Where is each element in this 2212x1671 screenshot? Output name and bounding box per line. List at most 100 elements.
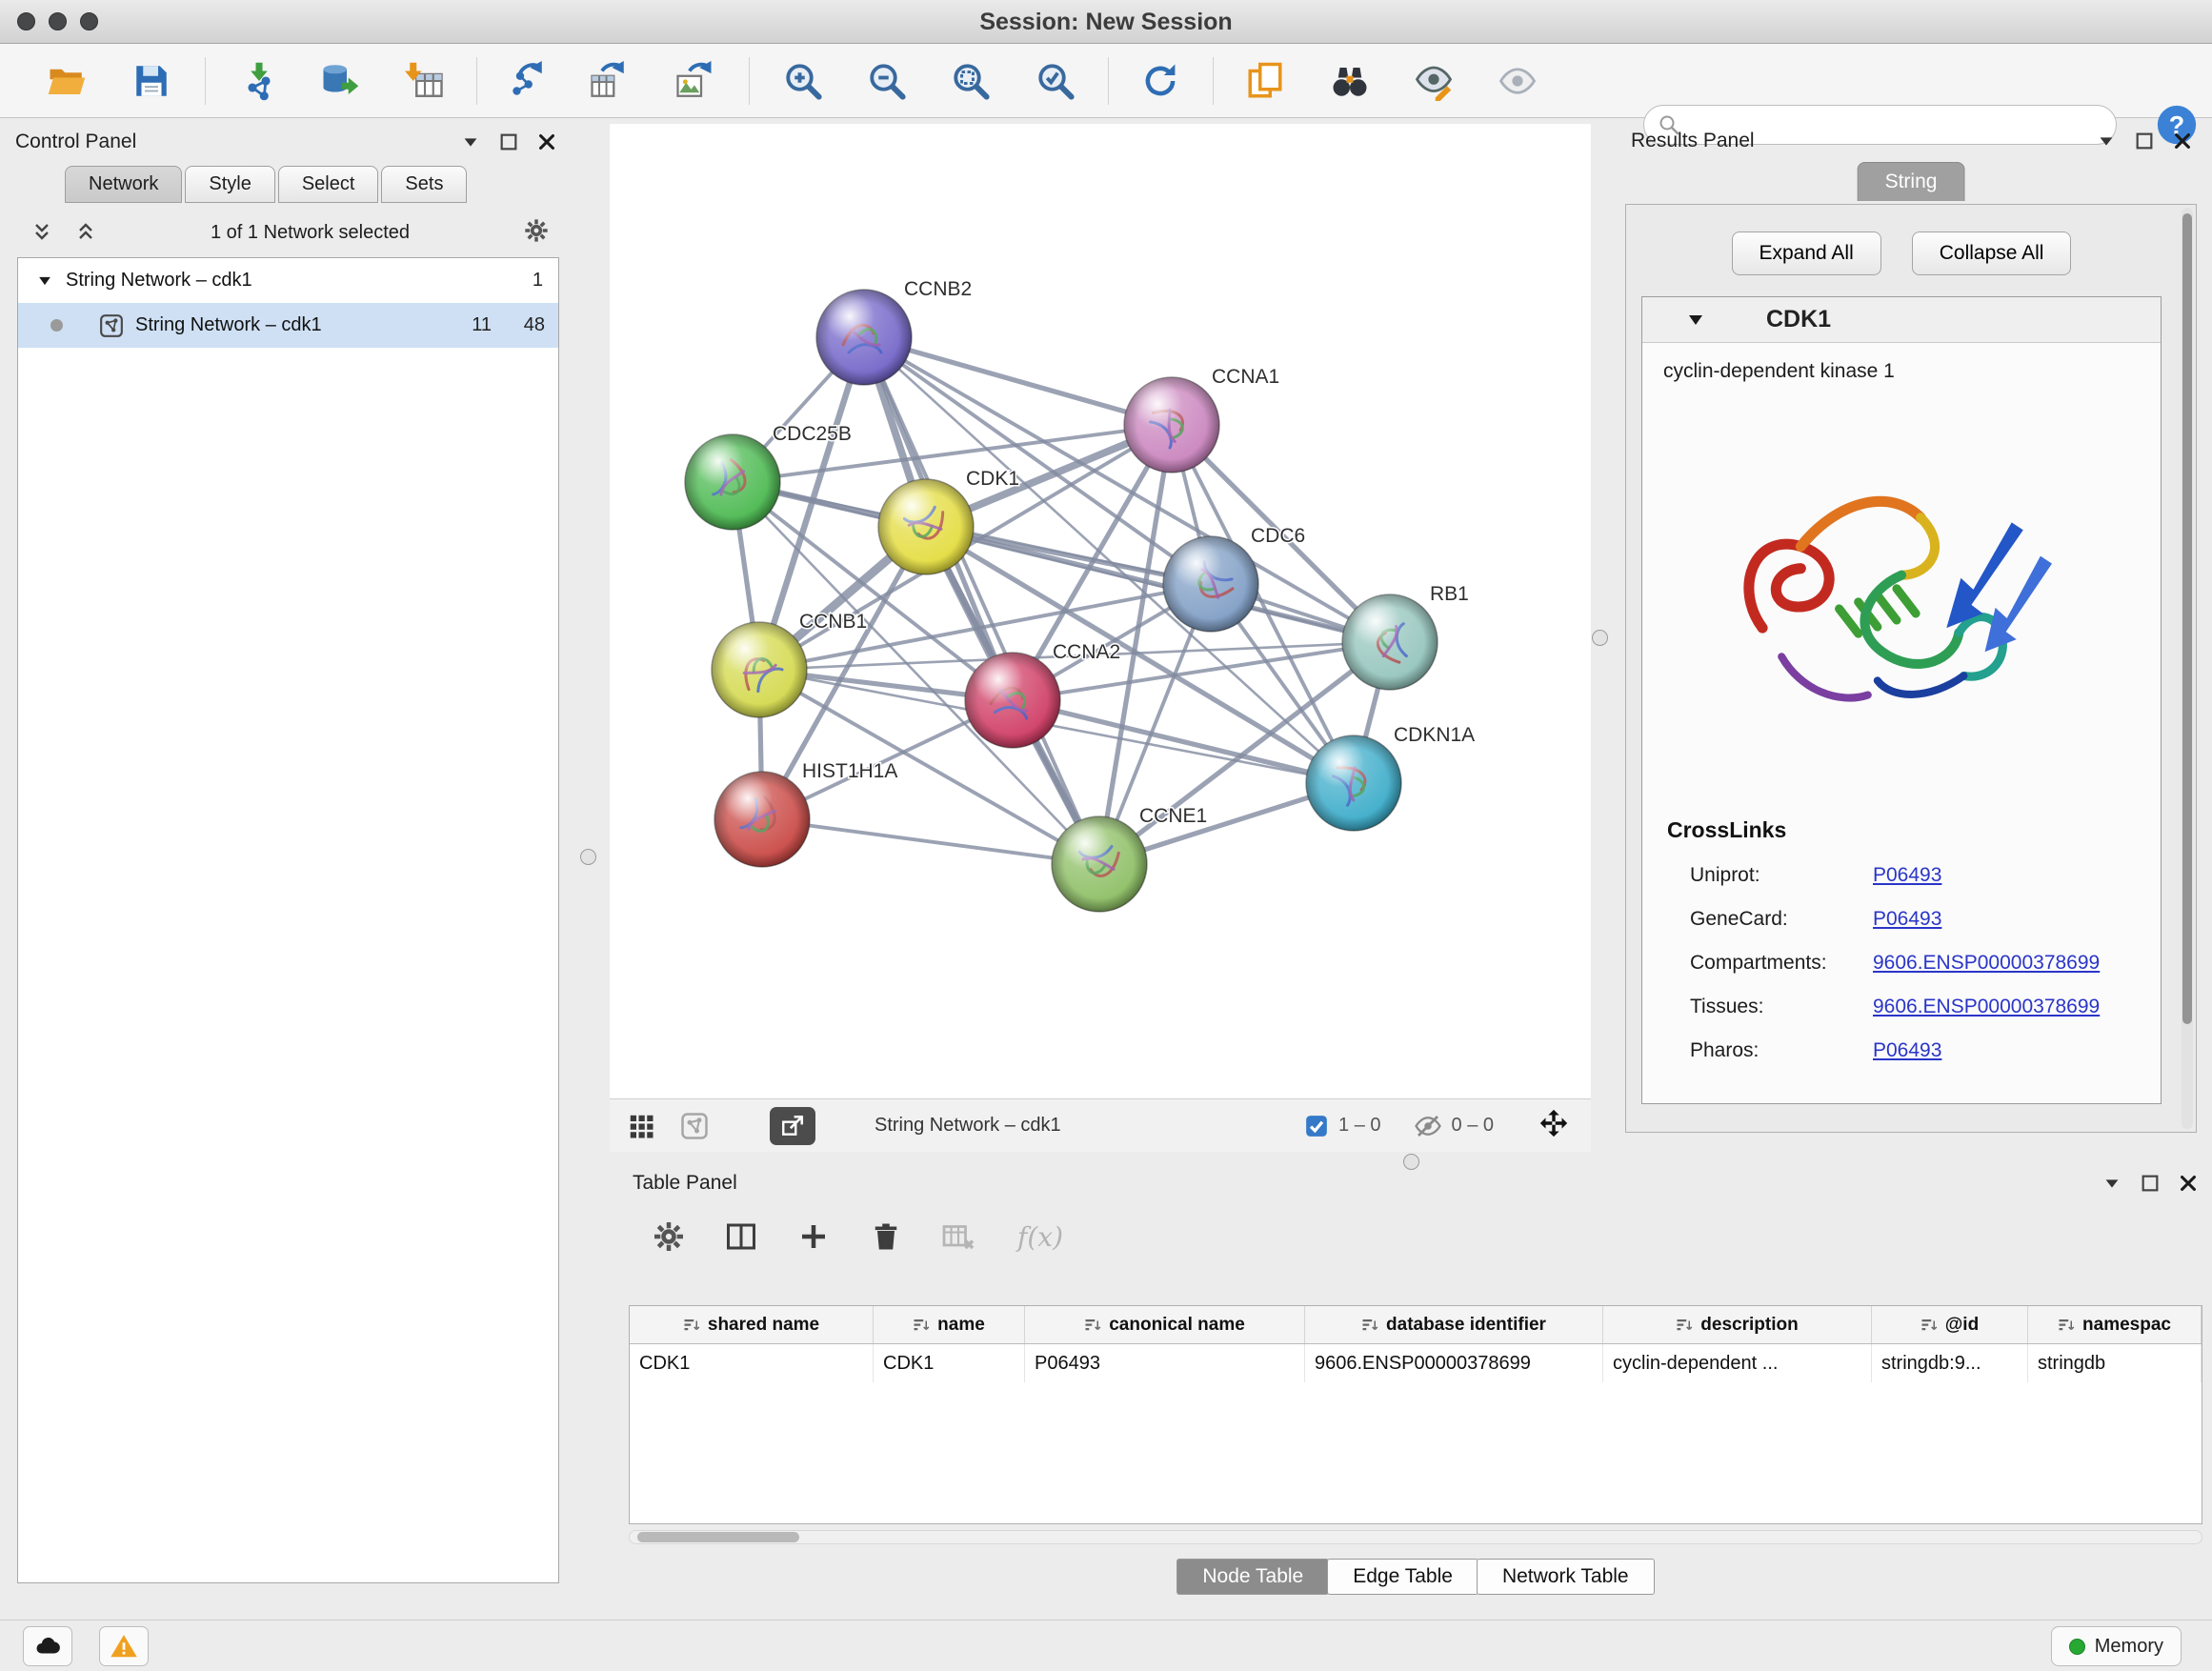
function-builder-button[interactable]: f(x) — [1017, 1221, 1063, 1253]
import-network-database-button[interactable] — [314, 55, 366, 107]
cell-id[interactable]: stringdb:9... — [1872, 1344, 2028, 1382]
network-options-button[interactable] — [523, 217, 550, 249]
cell-database-identifier[interactable]: 9606.ENSP00000378699 — [1305, 1344, 1603, 1382]
grid-view-icon[interactable] — [627, 1112, 655, 1140]
panel-close-icon[interactable] — [2172, 131, 2193, 151]
delete-column-button[interactable] — [859, 1210, 913, 1263]
panel-menu-icon[interactable] — [2096, 131, 2117, 151]
collapse-all-icon[interactable] — [30, 221, 53, 244]
network-node-CCNA2[interactable] — [965, 653, 1060, 748]
panel-close-icon[interactable] — [2178, 1173, 2199, 1194]
open-session-button[interactable] — [41, 55, 92, 107]
pan-tool-button[interactable] — [1538, 1107, 1570, 1144]
import-table-button[interactable] — [399, 55, 451, 107]
expand-all-button[interactable]: Expand All — [1732, 232, 1881, 275]
memory-button[interactable]: Memory — [2051, 1626, 2182, 1666]
hide-graphics-details-button[interactable] — [1408, 55, 1459, 107]
pharos-link[interactable]: P06493 — [1873, 1039, 1941, 1062]
network-view-icon[interactable] — [680, 1112, 709, 1140]
cell-namespace[interactable]: stringdb — [2028, 1344, 2202, 1382]
genecard-link[interactable]: P06493 — [1873, 908, 1941, 931]
cloud-status-button[interactable] — [23, 1626, 72, 1666]
results-scrollbar[interactable] — [2182, 208, 2193, 1129]
results-tab-string[interactable]: String — [1858, 162, 1965, 201]
network-node-CCNE1[interactable] — [1052, 816, 1147, 912]
export-image-button[interactable] — [669, 55, 720, 107]
cell-canonical-name[interactable]: P06493 — [1025, 1344, 1305, 1382]
network-node-CCNB1[interactable] — [712, 622, 807, 717]
network-node-CDC6[interactable] — [1163, 536, 1258, 632]
eye-slash-icon[interactable] — [1414, 1112, 1442, 1140]
scrollbar-thumb[interactable] — [2182, 213, 2192, 1024]
network-node-RB1[interactable] — [1342, 594, 1438, 690]
network-edge[interactable] — [864, 337, 1099, 864]
gene-card-header[interactable]: CDK1 — [1642, 297, 2161, 343]
panel-menu-icon[interactable] — [460, 131, 481, 152]
panel-menu-icon[interactable] — [2101, 1173, 2122, 1194]
network-node-CDKN1A[interactable] — [1306, 735, 1401, 831]
cell-name[interactable]: CDK1 — [874, 1344, 1025, 1382]
checkbox-icon[interactable] — [1304, 1114, 1329, 1138]
network-canvas[interactable]: CCNB2CCNA1CDC25BCDK1CDC6RB1CCNB1CCNA2CDK… — [610, 124, 1591, 1098]
caret-down-icon[interactable] — [1684, 309, 1707, 332]
network-row[interactable]: String Network – cdk1 11 48 — [18, 303, 558, 348]
network-graph[interactable]: CCNB2CCNA1CDC25BCDK1CDC6RB1CCNB1CCNA2CDK… — [610, 124, 1591, 1098]
splitter-handle[interactable] — [1592, 630, 1608, 646]
zoom-out-button[interactable] — [861, 55, 913, 107]
network-node-CCNB2[interactable] — [816, 290, 912, 385]
create-column-button[interactable] — [787, 1210, 840, 1263]
expand-all-icon[interactable] — [74, 221, 97, 244]
tab-sets[interactable]: Sets — [381, 166, 467, 203]
tab-style[interactable]: Style — [185, 166, 274, 203]
column-header-id[interactable]: @id — [1872, 1306, 2028, 1343]
table-horizontal-scrollbar[interactable] — [629, 1530, 2202, 1544]
network-node-CDK1[interactable] — [878, 479, 974, 574]
panel-float-icon[interactable] — [2140, 1173, 2161, 1194]
search-network-button[interactable] — [1324, 55, 1376, 107]
column-header-database-identifier[interactable]: database identifier — [1305, 1306, 1603, 1343]
cell-shared-name[interactable]: CDK1 — [630, 1344, 874, 1382]
panel-float-icon[interactable] — [498, 131, 519, 152]
network-node-CCNA1[interactable] — [1124, 377, 1219, 473]
tab-network-table[interactable]: Network Table — [1477, 1559, 1655, 1595]
collapse-all-button[interactable]: Collapse All — [1912, 232, 2072, 275]
zoom-in-button[interactable] — [777, 55, 829, 107]
column-header-canonical-name[interactable]: canonical name — [1025, 1306, 1305, 1343]
panel-close-icon[interactable] — [536, 131, 557, 152]
compartments-link[interactable]: 9606.ENSP00000378699 — [1873, 952, 2100, 975]
warnings-button[interactable] — [99, 1626, 149, 1666]
splitter-handle[interactable] — [580, 849, 596, 865]
tissues-link[interactable]: 9606.ENSP00000378699 — [1873, 996, 2100, 1018]
tab-node-table[interactable]: Node Table — [1176, 1559, 1329, 1595]
network-collection-row[interactable]: String Network – cdk1 1 — [18, 258, 558, 303]
scrollbar-thumb[interactable] — [637, 1532, 799, 1542]
tab-network[interactable]: Network — [65, 166, 182, 203]
duplicate-document-button[interactable] — [1239, 55, 1291, 107]
column-header-name[interactable]: name — [874, 1306, 1025, 1343]
show-graphics-details-button[interactable] — [1492, 55, 1543, 107]
refresh-button[interactable] — [1135, 55, 1186, 107]
network-node-CDC25B[interactable] — [685, 434, 780, 530]
caret-down-icon[interactable] — [35, 272, 54, 291]
tab-select[interactable]: Select — [278, 166, 379, 203]
network-node-HIST1H1A[interactable] — [714, 772, 810, 867]
table-row[interactable]: CDK1 CDK1 P06493 9606.ENSP00000378699 cy… — [630, 1344, 2202, 1382]
column-header-description[interactable]: description — [1603, 1306, 1872, 1343]
panel-float-icon[interactable] — [2134, 131, 2155, 151]
table-panel-title: Table Panel — [633, 1172, 737, 1195]
export-network-button[interactable] — [501, 55, 553, 107]
column-header-shared-name[interactable]: shared name — [630, 1306, 874, 1343]
import-network-file-button[interactable] — [233, 55, 285, 107]
export-table-button[interactable] — [583, 55, 634, 107]
column-header-namespace[interactable]: namespac — [2028, 1306, 2202, 1343]
network-edge[interactable] — [762, 819, 1099, 864]
table-settings-button[interactable] — [642, 1210, 695, 1263]
show-columns-button[interactable] — [714, 1210, 768, 1263]
save-session-button[interactable] — [126, 55, 177, 107]
tab-edge-table[interactable]: Edge Table — [1327, 1559, 1478, 1595]
cell-description[interactable]: cyclin-dependent ... — [1603, 1344, 1872, 1382]
open-in-browser-button[interactable] — [770, 1107, 815, 1145]
zoom-fit-button[interactable] — [945, 55, 996, 107]
uniprot-link[interactable]: P06493 — [1873, 864, 1941, 887]
zoom-selected-button[interactable] — [1030, 55, 1081, 107]
